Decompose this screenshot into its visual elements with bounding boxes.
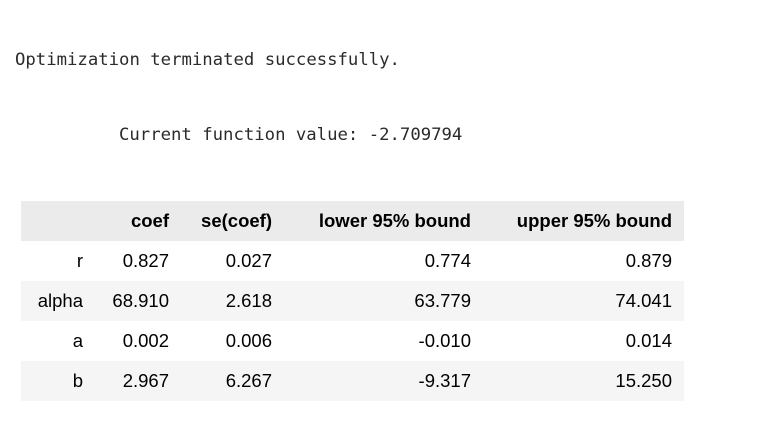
summary-table: coef se(coef) lower 95% bound upper 95% … [21, 201, 684, 401]
row-label: r [76, 250, 83, 271]
table-row: a 0.002 0.006 -0.010 0.014 [21, 321, 684, 361]
row-label: b [72, 370, 83, 391]
table-header-row: coef se(coef) lower 95% bound upper 95% … [21, 201, 684, 241]
cell-upper-bound: 0.879 [625, 250, 672, 271]
table-row: r 0.827 0.027 0.774 0.879 [21, 241, 684, 281]
cell-se-coef: 0.027 [225, 250, 272, 271]
cell-coef: 68.910 [112, 290, 169, 311]
cell-coef: 0.002 [122, 330, 169, 351]
cell-upper-bound: 74.041 [615, 290, 672, 311]
row-label: a [72, 330, 83, 351]
header-index [21, 201, 95, 241]
output-line-function-value: Current function value: -2.709794 [119, 125, 463, 145]
cell-coef: 0.827 [122, 250, 169, 271]
output-line-status: Optimization terminated successfully. [15, 50, 400, 70]
cell-lower-bound: 63.779 [414, 290, 471, 311]
header-upper-bound: upper 95% bound [516, 210, 672, 231]
header-coef: coef [130, 210, 169, 231]
table-row: alpha 68.910 2.618 63.779 74.041 [21, 281, 684, 321]
row-label: alpha [37, 290, 83, 311]
cell-coef: 2.967 [122, 370, 169, 391]
cell-se-coef: 2.618 [225, 290, 272, 311]
cell-se-coef: 0.006 [225, 330, 272, 351]
header-se-coef: se(coef) [201, 210, 272, 231]
cell-lower-bound: 0.774 [424, 250, 471, 271]
cell-lower-bound: -0.010 [418, 330, 471, 351]
cell-se-coef: 6.267 [225, 370, 272, 391]
cell-lower-bound: -9.317 [418, 370, 471, 391]
header-lower-bound: lower 95% bound [318, 210, 471, 231]
cell-upper-bound: 0.014 [625, 330, 672, 351]
table-row: b 2.967 6.267 -9.317 15.250 [21, 361, 684, 401]
cell-upper-bound: 15.250 [615, 370, 672, 391]
